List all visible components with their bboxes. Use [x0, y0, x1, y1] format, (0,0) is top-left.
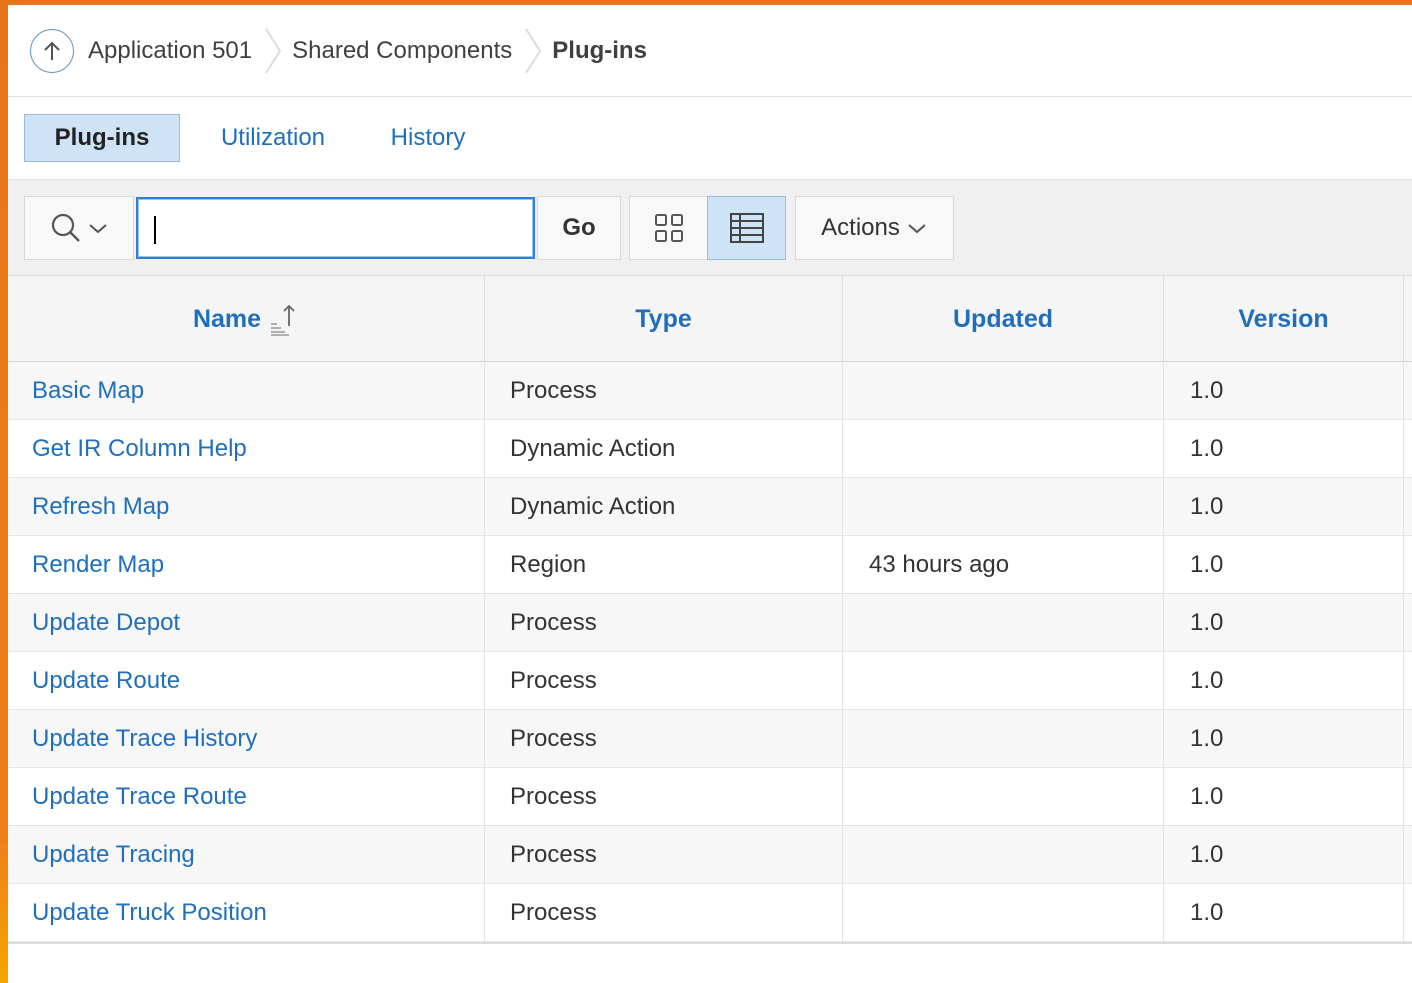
sort-ascending-icon — [271, 304, 295, 336]
actions-menu-button[interactable]: Actions — [795, 196, 954, 260]
table-row: Update Route Process 1.0 — [8, 652, 1412, 710]
table-row: Refresh Map Dynamic Action 1.0 — [8, 478, 1412, 536]
main-content: Application 501 Shared Components Plug-i… — [8, 5, 1412, 983]
table-row: Update Truck Position Process 1.0 — [8, 884, 1412, 942]
chevron-down-icon — [89, 224, 107, 234]
cell-name-link[interactable]: Refresh Map — [8, 478, 485, 536]
cell-overflow — [1404, 362, 1412, 420]
table-row: Update Trace History Process 1.0 — [8, 710, 1412, 768]
cell-name-link[interactable]: Render Map — [8, 536, 485, 594]
cell-version: 1.0 — [1164, 478, 1404, 536]
column-header-updated[interactable]: Updated — [843, 276, 1164, 362]
tab-plug-ins[interactable]: Plug-ins — [24, 114, 180, 162]
table-row: Update Depot Process 1.0 — [8, 594, 1412, 652]
chevron-separator-icon — [525, 27, 542, 74]
go-button[interactable]: Go — [537, 196, 621, 260]
table-bottom-border — [8, 942, 1412, 944]
cell-overflow — [1404, 652, 1412, 710]
table-body: Basic Map Process 1.0 Get IR Column Help Dyn… — [8, 362, 1412, 942]
cell-type: Process — [485, 652, 843, 710]
search-icon — [51, 213, 80, 242]
icon-view-button[interactable] — [629, 196, 708, 260]
cell-type: Process — [485, 710, 843, 768]
breadcrumb-item-application[interactable]: Application 501 — [88, 37, 252, 65]
text-caret — [154, 216, 156, 244]
cell-overflow — [1404, 536, 1412, 594]
cell-overflow — [1404, 826, 1412, 884]
cell-type: Process — [485, 826, 843, 884]
column-header-type[interactable]: Type — [485, 276, 843, 362]
cell-name-link[interactable]: Get IR Column Help — [8, 420, 485, 478]
cell-name-link[interactable]: Update Tracing — [8, 826, 485, 884]
tab-history[interactable]: History — [376, 114, 480, 162]
up-arrow-icon[interactable] — [30, 28, 74, 73]
breadcrumb: Application 501 Shared Components Plug-i… — [8, 5, 1412, 97]
cell-type: Process — [485, 768, 843, 826]
cell-name-link[interactable]: Update Trace Route — [8, 768, 485, 826]
chevron-down-icon — [908, 224, 926, 234]
cell-overflow — [1404, 594, 1412, 652]
grid-icon — [654, 214, 683, 242]
cell-version: 1.0 — [1164, 710, 1404, 768]
cell-updated — [843, 652, 1164, 710]
cell-overflow — [1404, 478, 1412, 536]
cell-name-link[interactable]: Update Truck Position — [8, 884, 485, 942]
breadcrumb-item-shared-components[interactable]: Shared Components — [292, 37, 512, 65]
cell-updated — [843, 420, 1164, 478]
column-header-version[interactable]: Version — [1164, 276, 1404, 362]
column-header-overflow — [1404, 276, 1412, 362]
cell-updated — [843, 710, 1164, 768]
report-view-button[interactable] — [707, 196, 786, 260]
cell-name-link[interactable]: Update Trace History — [8, 710, 485, 768]
table-row: Update Trace Route Process 1.0 — [8, 768, 1412, 826]
window-frame-left — [0, 0, 8, 983]
cell-type: Process — [485, 884, 843, 942]
search-column-button[interactable] — [24, 196, 134, 260]
cell-type: Process — [485, 362, 843, 420]
column-header-name[interactable]: Name — [8, 276, 485, 362]
cell-overflow — [1404, 768, 1412, 826]
cell-updated — [843, 768, 1164, 826]
breadcrumb-current: Plug-ins — [552, 36, 647, 64]
tab-bar: Plug-ins Utilization History — [8, 97, 1412, 179]
cell-version: 1.0 — [1164, 652, 1404, 710]
cell-version: 1.0 — [1164, 594, 1404, 652]
cell-version: 1.0 — [1164, 884, 1404, 942]
cell-updated — [843, 884, 1164, 942]
cell-version: 1.0 — [1164, 420, 1404, 478]
cell-updated — [843, 594, 1164, 652]
column-header-name-label: Name — [192, 304, 262, 333]
cell-type: Region — [485, 536, 843, 594]
cell-version: 1.0 — [1164, 362, 1404, 420]
plugins-report-table: Name Type Updated Version Basic Map Proce… — [8, 276, 1412, 944]
cell-updated — [843, 826, 1164, 884]
search-input[interactable] — [136, 197, 535, 259]
cell-updated — [843, 362, 1164, 420]
table-row: Get IR Column Help Dynamic Action 1.0 — [8, 420, 1412, 478]
cell-overflow — [1404, 884, 1412, 942]
cell-updated: 43 hours ago — [843, 536, 1164, 594]
actions-label: Actions — [821, 214, 900, 241]
cell-version: 1.0 — [1164, 826, 1404, 884]
cell-version: 1.0 — [1164, 768, 1404, 826]
table-icon — [729, 213, 764, 243]
cell-type: Dynamic Action — [485, 478, 843, 536]
cell-overflow — [1404, 420, 1412, 478]
table-row: Render Map Region 43 hours ago 1.0 — [8, 536, 1412, 594]
cell-version: 1.0 — [1164, 536, 1404, 594]
cell-type: Process — [485, 594, 843, 652]
cell-updated — [843, 478, 1164, 536]
cell-name-link[interactable]: Update Route — [8, 652, 485, 710]
table-row: Update Tracing Process 1.0 — [8, 826, 1412, 884]
table-row: Basic Map Process 1.0 — [8, 362, 1412, 420]
report-toolbar: Go Actions — [8, 179, 1412, 276]
tab-utilization[interactable]: Utilization — [208, 114, 338, 162]
cell-name-link[interactable]: Basic Map — [8, 362, 485, 420]
cell-type: Dynamic Action — [485, 420, 843, 478]
cell-name-link[interactable]: Update Depot — [8, 594, 485, 652]
cell-overflow — [1404, 710, 1412, 768]
chevron-separator-icon — [265, 27, 282, 74]
table-header: Name Type Updated Version — [8, 276, 1412, 362]
